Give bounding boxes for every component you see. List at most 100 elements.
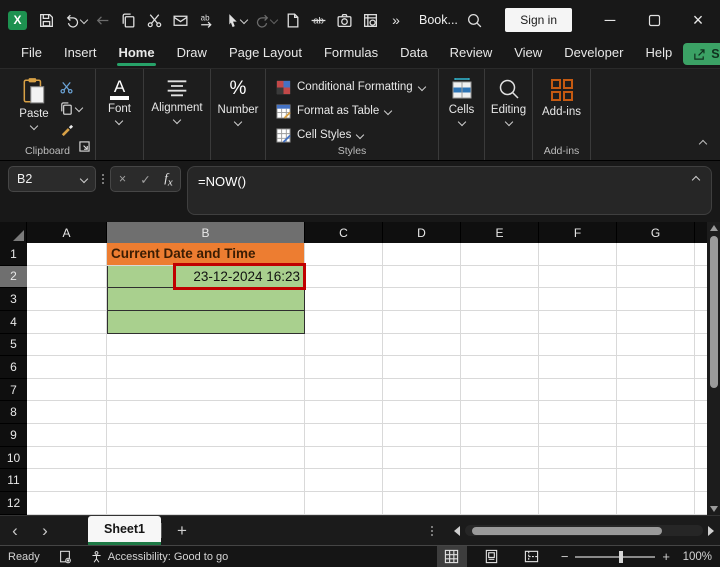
cell-G8[interactable] — [617, 401, 695, 425]
share-button[interactable]: Share — [683, 43, 720, 65]
cut-button[interactable] — [141, 7, 167, 33]
cell-F5[interactable] — [539, 333, 617, 357]
row-header-3[interactable]: 3 — [0, 288, 27, 311]
page-break-preview-button[interactable] — [517, 546, 547, 567]
cell-x10[interactable] — [695, 446, 707, 470]
email-button[interactable] — [167, 7, 193, 33]
cell-D2[interactable] — [383, 265, 461, 289]
cut-ribbon-button[interactable] — [59, 78, 82, 96]
accessibility-status[interactable]: Accessibility: Good to go — [90, 550, 228, 564]
cell-G1[interactable] — [617, 243, 695, 266]
tab-review[interactable]: Review — [439, 41, 504, 67]
number-menu-button[interactable]: % Number — [212, 75, 265, 127]
cell-A8[interactable] — [27, 401, 107, 425]
horizontal-scroll-thumb[interactable] — [472, 526, 662, 535]
cell-D10[interactable] — [383, 446, 461, 470]
tab-view[interactable]: View — [503, 41, 553, 67]
horizontal-scrollbar[interactable] — [465, 525, 703, 536]
strikethrough-button[interactable]: ab — [305, 7, 331, 33]
cell-G7[interactable] — [617, 378, 695, 402]
cell-D11[interactable] — [383, 469, 461, 493]
cell-C4[interactable] — [305, 310, 383, 334]
cell-A1[interactable] — [27, 243, 107, 266]
cell-F7[interactable] — [539, 378, 617, 402]
cell-x7[interactable] — [695, 378, 707, 402]
cell-B10[interactable] — [107, 446, 305, 470]
clipboard-dialog-launcher[interactable] — [79, 139, 90, 157]
zoom-in-button[interactable]: + — [662, 549, 670, 564]
vertical-scroll-thumb[interactable] — [709, 236, 718, 388]
cell-B5[interactable] — [107, 333, 305, 357]
cell-G6[interactable] — [617, 356, 695, 379]
name-box-dropdown-chevron[interactable] — [79, 174, 89, 184]
zoom-out-button[interactable]: − — [561, 549, 569, 564]
row-header-12[interactable]: 12 — [0, 492, 27, 515]
cell-G12[interactable] — [617, 492, 695, 515]
close-button[interactable]: × — [676, 0, 720, 40]
macro-record-button[interactable] — [58, 550, 72, 564]
cell-A11[interactable] — [27, 469, 107, 493]
cell-B1[interactable]: Current Date and Time — [107, 243, 305, 266]
cell-A3[interactable] — [27, 288, 107, 311]
formula-bar-drag-handle[interactable] — [96, 166, 110, 192]
cell-D1[interactable] — [383, 243, 461, 266]
collapse-ribbon-chevron[interactable] — [698, 134, 708, 152]
scroll-up-arrow[interactable] — [709, 225, 718, 231]
cell-A5[interactable] — [27, 333, 107, 357]
cell-D4[interactable] — [383, 310, 461, 334]
cell-A10[interactable] — [27, 446, 107, 470]
cell-E3[interactable] — [461, 288, 539, 311]
excel-logo-icon[interactable]: X — [8, 10, 27, 30]
cell-D8[interactable] — [383, 401, 461, 425]
cell-F8[interactable] — [539, 401, 617, 425]
tab-developer[interactable]: Developer — [553, 41, 634, 67]
tab-draw[interactable]: Draw — [166, 41, 218, 67]
cell-F6[interactable] — [539, 356, 617, 379]
cell-C8[interactable] — [305, 401, 383, 425]
cell-D5[interactable] — [383, 333, 461, 357]
search-icon[interactable] — [461, 7, 487, 33]
column-header-A[interactable]: A — [27, 222, 107, 243]
cell-A12[interactable] — [27, 492, 107, 515]
cell-B6[interactable] — [107, 356, 305, 379]
collapse-formula-bar-chevron[interactable] — [691, 175, 701, 185]
cell-B3[interactable] — [107, 288, 305, 311]
cell-E2[interactable] — [461, 265, 539, 289]
cell-E10[interactable] — [461, 446, 539, 470]
row-header-8[interactable]: 8 — [0, 401, 27, 425]
cell-F2[interactable] — [539, 265, 617, 289]
select-all-corner[interactable] — [0, 222, 27, 243]
cell-C6[interactable] — [305, 356, 383, 379]
column-header-D[interactable]: D — [383, 222, 461, 243]
cell-C5[interactable] — [305, 333, 383, 357]
page-layout-view-button[interactable] — [477, 546, 507, 567]
format-painter-button[interactable] — [59, 120, 82, 138]
cell-styles-chevron[interactable] — [356, 130, 365, 140]
vertical-scrollbar[interactable] — [707, 222, 720, 515]
row-header-4[interactable]: 4 — [0, 310, 27, 334]
cell-G4[interactable] — [617, 310, 695, 334]
format-as-table-chevron[interactable] — [384, 106, 393, 116]
cell-G9[interactable] — [617, 424, 695, 447]
name-box[interactable]: B2 — [8, 166, 96, 192]
cell-B11[interactable] — [107, 469, 305, 493]
cell-C12[interactable] — [305, 492, 383, 515]
sheet-bar-options[interactable] — [425, 516, 439, 546]
cells-dropdown-chevron[interactable] — [457, 117, 466, 127]
prev-sheet-button[interactable]: ‹ — [0, 516, 30, 545]
cell-B12[interactable] — [107, 492, 305, 515]
tab-file[interactable]: File — [10, 41, 53, 67]
cell-F12[interactable] — [539, 492, 617, 515]
row-header-6[interactable]: 6 — [0, 356, 27, 379]
editing-menu-button[interactable]: Editing — [485, 75, 532, 127]
cell-A6[interactable] — [27, 356, 107, 379]
cell-B9[interactable] — [107, 424, 305, 447]
copy-ribbon-button[interactable] — [59, 99, 83, 117]
cell-E8[interactable] — [461, 401, 539, 425]
cell-B8[interactable] — [107, 401, 305, 425]
alignment-dropdown-chevron[interactable] — [172, 115, 182, 125]
cell-C11[interactable] — [305, 469, 383, 493]
cell-F3[interactable] — [539, 288, 617, 311]
column-header-B[interactable]: B — [107, 222, 305, 243]
cell-E9[interactable] — [461, 424, 539, 447]
